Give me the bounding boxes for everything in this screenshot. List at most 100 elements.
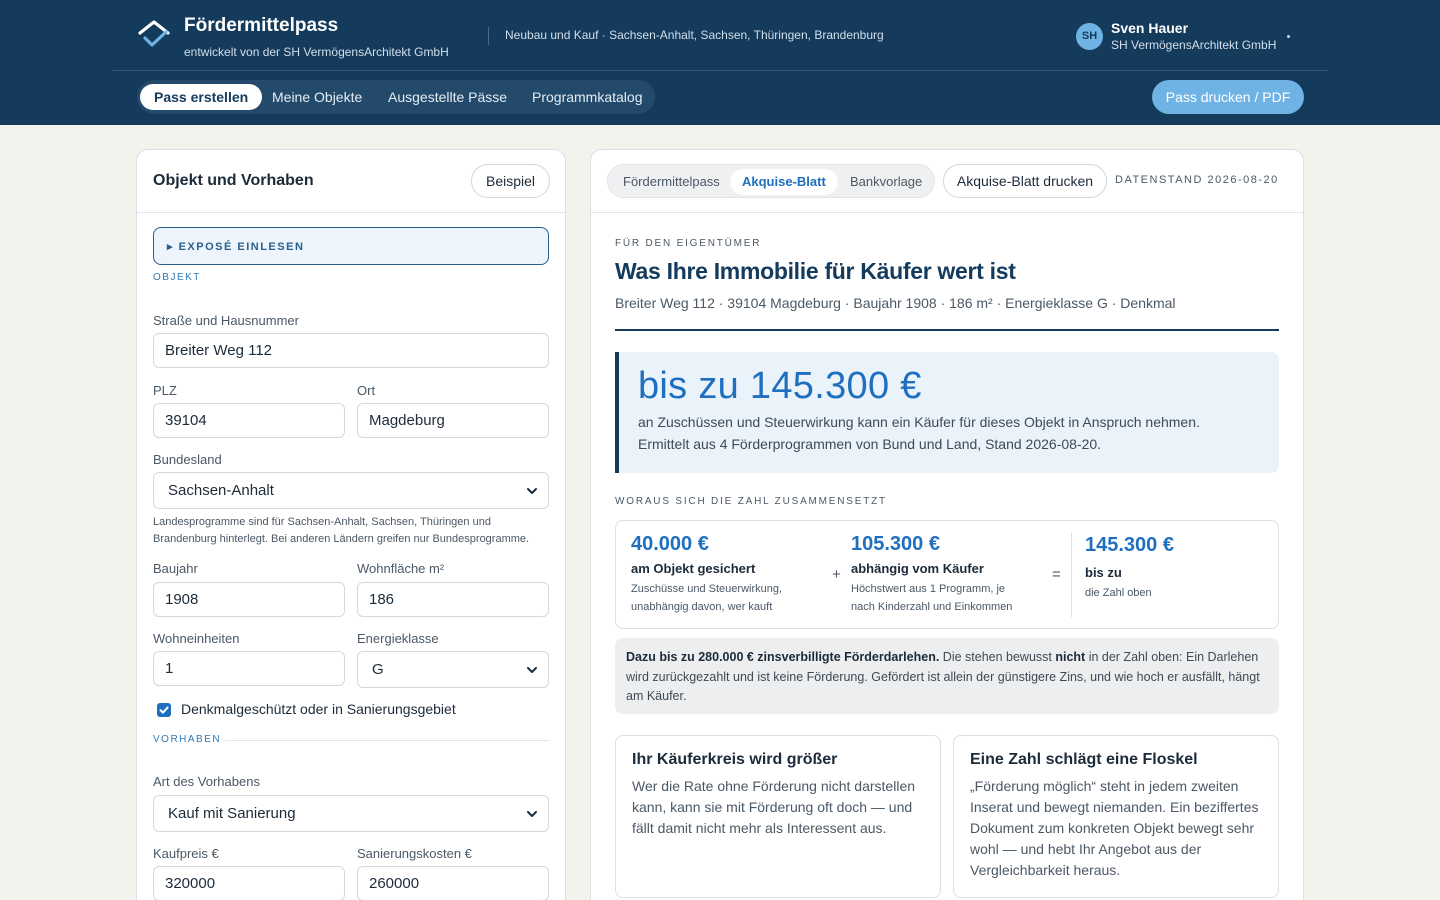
akquise-print-button[interactable]: Akquise-Blatt drucken xyxy=(943,164,1107,198)
equals-operator: = xyxy=(1052,566,1061,583)
expose-import-toggle[interactable]: ▸ EXPOSÉ EINLESEN xyxy=(153,227,549,265)
checkmark-icon xyxy=(159,706,169,714)
user-menu-dot-icon[interactable] xyxy=(1287,35,1290,38)
area-label: Wohnfläche m² xyxy=(357,561,445,576)
nav-pass-erstellen[interactable]: Pass erstellen xyxy=(140,84,263,110)
brand-title: Fördermittelpass xyxy=(184,15,339,36)
units-input[interactable]: 1 xyxy=(153,651,345,686)
header-scope: Neubau und Kauf · Sachsen-Anhalt, Sachse… xyxy=(505,28,884,42)
form-title: Objekt und Vorhaben xyxy=(153,172,314,189)
property-meta: Breiter Weg 112 · 39104 Magdeburg · Bauj… xyxy=(615,295,1176,311)
hero-amount: bis zu 145.300 € xyxy=(638,365,922,407)
header-divider xyxy=(488,27,489,45)
user-avatar[interactable]: SH xyxy=(1076,23,1103,50)
year-input[interactable]: 1908 xyxy=(153,582,345,617)
brand-subtitle: entwickelt von der SH VermögensArchitekt… xyxy=(184,45,449,59)
project-type-value: Kauf mit Sanierung xyxy=(168,805,296,822)
project-type-label: Art des Vorhabens xyxy=(153,774,260,789)
secured-amount: 40.000 € xyxy=(631,533,709,555)
plus-operator: + xyxy=(832,566,841,583)
section-label-objekt: OBJEKT xyxy=(153,272,201,283)
state-select[interactable]: Sachsen-Anhalt xyxy=(153,472,549,509)
buyer-desc-line1: Höchstwert aus 1 Programm, je xyxy=(851,583,1006,595)
hero-text-line1: an Zuschüssen und Steuerwirkung kann ein… xyxy=(638,414,1200,430)
eyebrow-owner: FÜR DEN EIGENTÜMER xyxy=(615,238,762,249)
card-number-vs-phrase: Eine Zahl schlägt eine Floskel „Förderun… xyxy=(953,735,1279,898)
project-type-select[interactable]: Kauf mit Sanierung xyxy=(153,795,549,832)
year-label: Baujahr xyxy=(153,561,198,576)
state-label: Bundesland xyxy=(153,452,222,467)
energy-label: Energieklasse xyxy=(357,631,439,646)
section-label-vorhaben: VORHABEN xyxy=(153,734,222,745)
tab-akquise-blatt[interactable]: Akquise-Blatt xyxy=(730,169,838,195)
secured-title: am Objekt gesichert xyxy=(631,561,756,576)
pass-print-button[interactable]: Pass drucken / PDF xyxy=(1152,80,1304,114)
total-desc: die Zahl oben xyxy=(1085,587,1152,599)
breakdown-divider xyxy=(1071,533,1072,617)
expose-import-label: ▸ EXPOSÉ EINLESEN xyxy=(167,241,305,253)
tab-foerdermittelpass[interactable]: Fördermittelpass xyxy=(611,169,732,195)
card-number-vs-phrase-title: Eine Zahl schlägt eine Floskel xyxy=(970,751,1198,768)
headline-rule xyxy=(615,329,1279,331)
hero-text-line2: Ermittelt aus 4 Förderprogrammen von Bun… xyxy=(638,436,1102,452)
nav-programmkatalog[interactable]: Programmkatalog xyxy=(518,84,657,110)
chevron-down-icon xyxy=(527,811,537,817)
breakdown-box: 40.000 € am Objekt gesichert Zuschüsse u… xyxy=(615,520,1279,629)
buyer-desc-line2: nach Kinderzahl und Einkommen xyxy=(851,601,1013,613)
card-buyer-circle: Ihr Käuferkreis wird größer Wer die Rate… xyxy=(615,735,941,898)
secured-desc-line1: Zuschüsse und Steuerwirkung, xyxy=(631,583,783,595)
card-number-vs-phrase-body: „Förderung möglich“ steht in jedem zweit… xyxy=(970,778,1259,878)
total-title: bis zu xyxy=(1085,565,1122,580)
form-header-rule xyxy=(137,212,565,213)
renovation-input[interactable]: 260000 xyxy=(357,866,549,900)
secured-desc-line2: unabhängig davon, wer kauft xyxy=(631,601,773,613)
buyer-amount: 105.300 € xyxy=(851,533,940,555)
street-label: Straße und Hausnummer xyxy=(153,313,299,328)
price-label: Kaufpreis € xyxy=(153,846,219,861)
user-company: SH VermögensArchitekt GmbH xyxy=(1111,38,1277,52)
breakdown-label: WORAUS SICH DIE ZAHL ZUSAMMENSETZT xyxy=(615,496,887,507)
loan-note-bold: Dazu bis zu 280.000 € zinsverbilligte Fö… xyxy=(626,650,940,664)
loan-note: Dazu bis zu 280.000 € zinsverbilligte Fö… xyxy=(615,638,1279,714)
city-input[interactable]: Magdeburg xyxy=(357,403,549,438)
section-rule-vorhaben xyxy=(225,740,549,741)
city-label: Ort xyxy=(357,383,376,398)
preview-header-rule xyxy=(591,212,1303,213)
logo-checkmark-icon xyxy=(138,20,170,47)
street-input[interactable]: Breiter Weg 112 xyxy=(153,333,549,368)
state-select-value: Sachsen-Anhalt xyxy=(168,482,274,499)
preview-panel: Fördermittelpass Akquise-Blatt Bankvorla… xyxy=(590,149,1304,900)
tab-bankvorlage[interactable]: Bankvorlage xyxy=(838,169,934,195)
card-buyer-circle-body: Wer die Rate ohne Förderung nicht darste… xyxy=(632,778,916,836)
price-input[interactable]: 320000 xyxy=(153,866,345,900)
datenstand-label: DATENSTAND 2026-08-20 xyxy=(1115,174,1279,186)
plz-input[interactable]: 39104 xyxy=(153,403,345,438)
chevron-down-icon xyxy=(527,667,537,673)
nav-ausgestellte-paesse[interactable]: Ausgestellte Pässe xyxy=(374,84,521,110)
form-panel: Objekt und Vorhaben Beispiel ▸ EXPOSÉ EI… xyxy=(136,149,566,900)
state-hint: Landesprogramme sind für Sachsen-Anhalt,… xyxy=(153,516,530,545)
nav-meine-objekte[interactable]: Meine Objekte xyxy=(258,84,376,110)
loan-note-bold2: nicht xyxy=(1055,650,1086,664)
units-label: Wohneinheiten xyxy=(153,631,240,646)
energy-select-value: G xyxy=(372,661,384,678)
monument-label[interactable]: Denkmalgeschützt oder in Sanierungsgebie… xyxy=(181,701,456,717)
chevron-down-icon xyxy=(527,488,537,494)
loan-note-text1: Die stehen bewusst xyxy=(939,650,1056,664)
example-button[interactable]: Beispiel xyxy=(471,164,550,198)
user-name[interactable]: Sven Hauer xyxy=(1111,20,1188,36)
total-amount: 145.300 € xyxy=(1085,534,1174,556)
app-header: Fördermittelpass entwickelt von der SH V… xyxy=(0,0,1440,125)
card-buyer-circle-title: Ihr Käuferkreis wird größer xyxy=(632,751,838,768)
monument-checkbox[interactable] xyxy=(157,703,171,717)
buyer-title: abhängig vom Käufer xyxy=(851,561,984,576)
energy-select[interactable]: G xyxy=(357,651,549,688)
area-input[interactable]: 186 xyxy=(357,582,549,617)
plz-label: PLZ xyxy=(153,383,177,398)
hero-box: bis zu 145.300 € an Zuschüssen und Steue… xyxy=(615,352,1279,473)
renovation-label: Sanierungskosten € xyxy=(357,846,472,861)
header-rule xyxy=(112,70,1328,71)
preview-headline: Was Ihre Immobilie für Käufer wert ist xyxy=(615,258,1016,284)
preview-tabs: Fördermittelpass Akquise-Blatt Bankvorla… xyxy=(607,164,935,198)
main-nav: Pass erstellen Meine Objekte Ausgestellt… xyxy=(137,80,655,114)
